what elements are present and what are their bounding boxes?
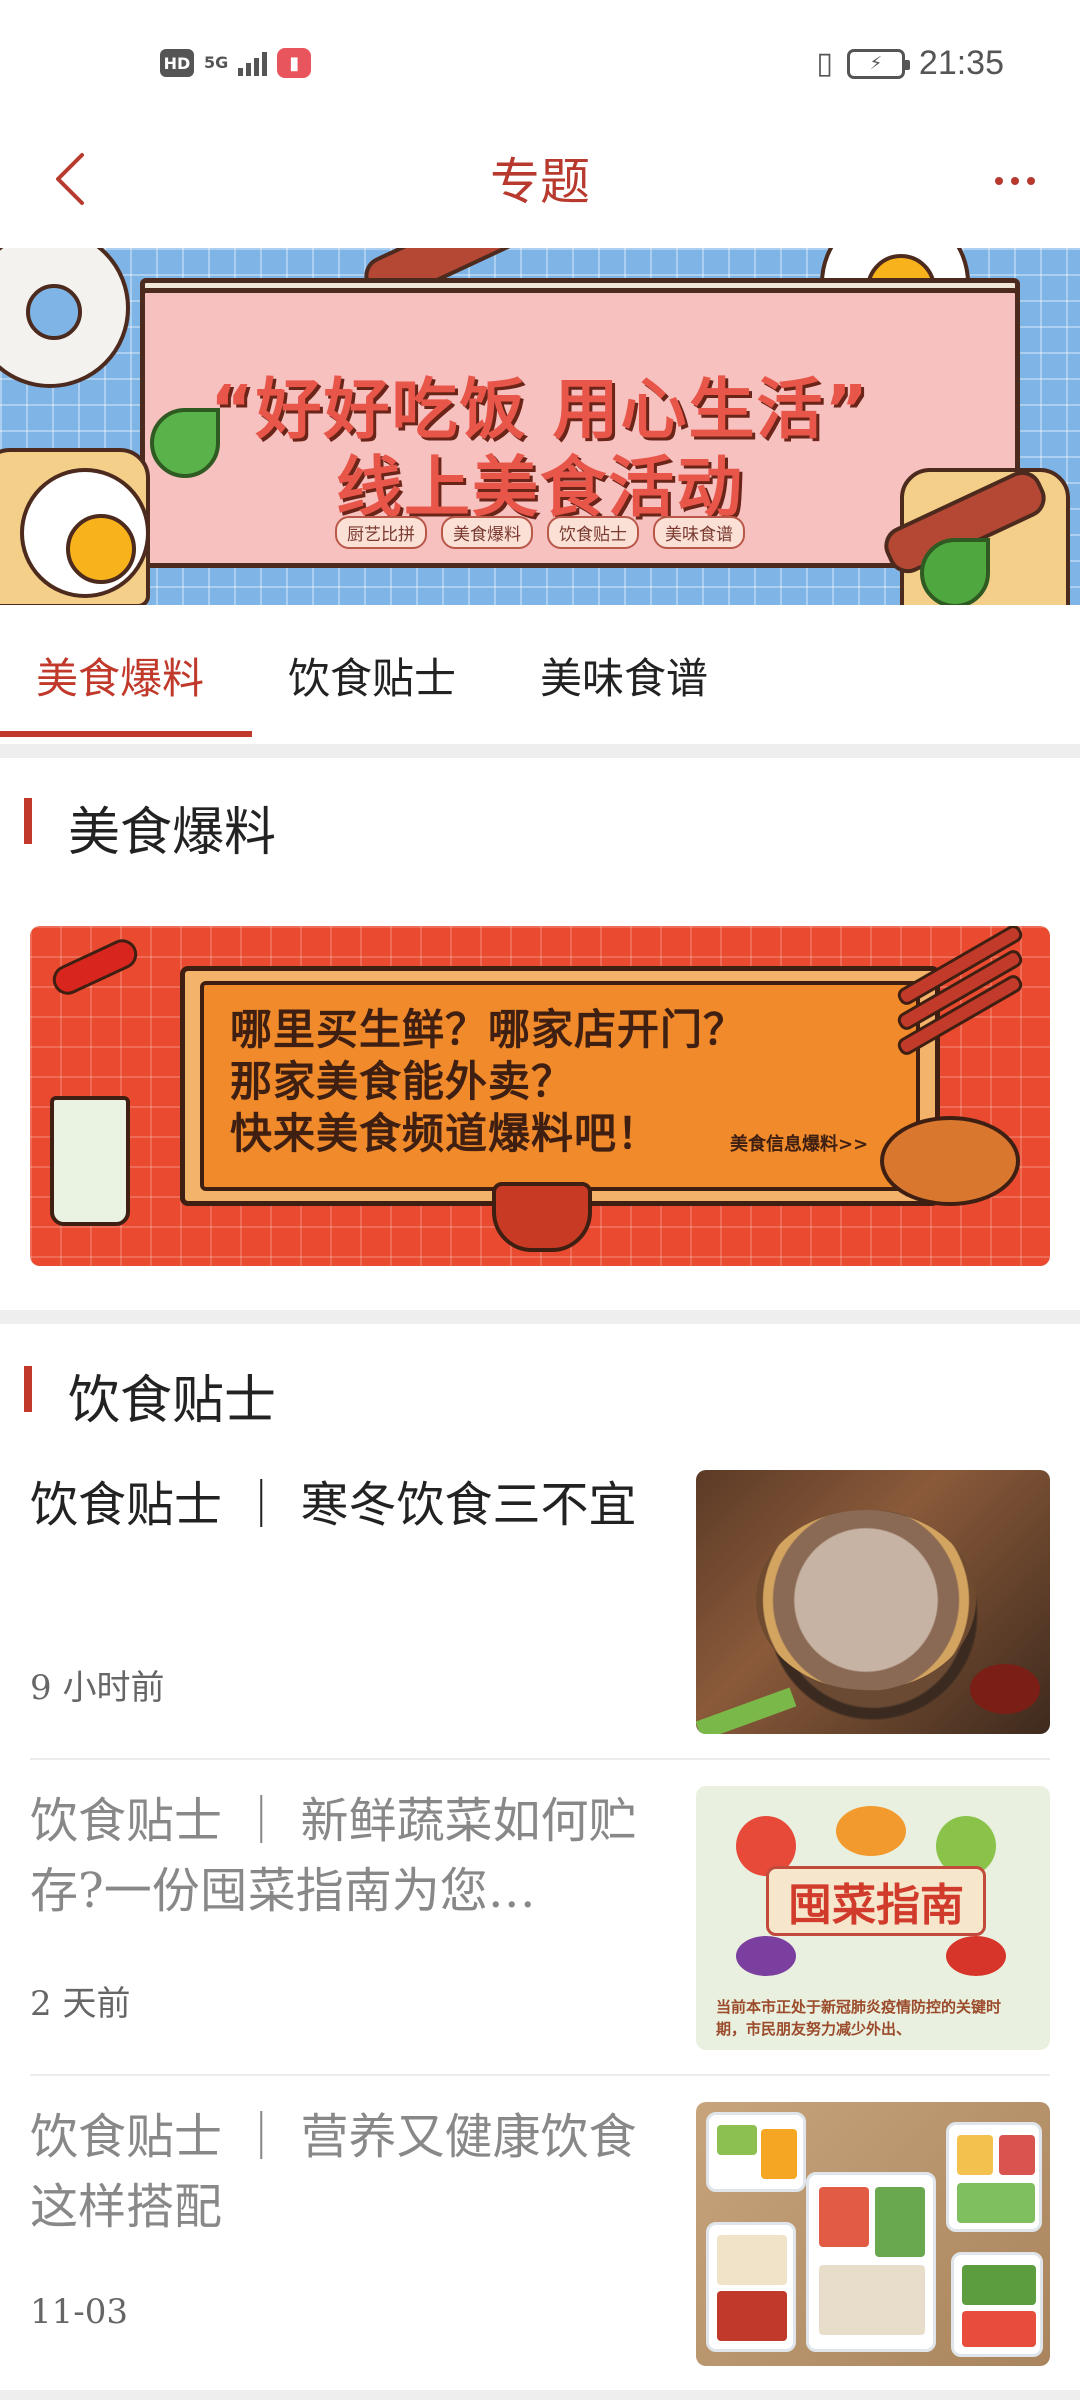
banner-tags: 厨艺比拼 美食爆料 饮食贴士 美味食谱 <box>0 516 1080 549</box>
article-thumbnail <box>696 2102 1050 2366</box>
hd-icon: HD <box>160 49 194 77</box>
promo-link: 美食信息爆料>> <box>730 1134 869 1155</box>
bottom-divider <box>0 2390 1080 2400</box>
meal-box-image <box>946 2122 1042 2232</box>
more-dot-icon <box>995 177 1003 185</box>
tab-diet-tips[interactable]: 饮食贴士 <box>288 645 456 706</box>
article-title: 饮食贴士 ｜ 寒冬饮食三不宜 <box>30 1477 637 1533</box>
more-options-button[interactable] <box>980 156 1050 206</box>
section-divider <box>0 1310 1080 1324</box>
book-app-icon: ▮ <box>277 48 312 78</box>
food-news-promo-banner[interactable]: 哪里买生鲜？哪家店开门？ 那家美食能外卖？ 快来美食频道爆料吧！ 美食信息爆料>… <box>30 926 1050 1266</box>
meal-box-image <box>951 2252 1043 2357</box>
section-marker <box>24 798 32 844</box>
pumpkin-image <box>836 1806 906 1856</box>
more-dot-icon <box>1011 177 1019 185</box>
article-time: 2 天前 <box>30 1984 131 2024</box>
list-separator <box>30 2074 1050 2076</box>
list-item[interactable]: 饮食贴士 ｜ 营养又健康饮食这样搭配 11-03 <box>0 2102 1080 2400</box>
battery-charging-icon: ⚡ <box>846 48 910 79</box>
banner-tag: 美食爆料 <box>441 516 533 549</box>
promo-line3: 快来美食频道爆料吧！ <box>230 1109 661 1158</box>
status-bar: HD 5G ▮ ▯ ⚡ 21:35 <box>0 0 1080 120</box>
chili-illustration <box>47 934 143 1000</box>
thumbnail-caption: 当前本市正处于新冠肺炎疫情防控的关键时期，市民朋友努力减少外出、 <box>716 1998 1002 2038</box>
top-nav-bar: 专题 <box>0 120 1080 240</box>
roast-chicken-illustration <box>880 1116 1020 1206</box>
banner-tag: 美味食谱 <box>653 516 745 549</box>
tab-recipes[interactable]: 美味食谱 <box>540 645 708 706</box>
page-title: 专题 <box>490 153 590 211</box>
article-thumbnail <box>696 1470 1050 1734</box>
section-marker <box>24 1366 32 1412</box>
thumbnail-title: 囤菜指南 <box>766 1866 986 1936</box>
vibrate-icon: ▯ <box>816 46 833 81</box>
category-tabs: 美食爆料 饮食贴士 美味食谱 <box>0 605 1080 740</box>
list-separator <box>30 1758 1050 1760</box>
article-title: 饮食贴士 ｜ 营养又健康饮食这样搭配 <box>30 2109 637 2235</box>
drink-cup-illustration <box>50 1096 130 1226</box>
section-header-diet-tips: 饮食贴士 <box>0 1338 1080 1438</box>
meal-box-image <box>806 2172 936 2352</box>
meal-box-image <box>706 2222 796 2352</box>
network-type-label: 5G <box>204 53 229 72</box>
more-dot-icon <box>1027 177 1035 185</box>
tab-food-news[interactable]: 美食爆料 <box>36 645 204 706</box>
red-dates-image <box>970 1664 1040 1714</box>
status-time: 21:35 <box>918 44 1004 82</box>
list-item[interactable]: 饮食贴士 ｜ 新鲜蔬菜如何贮存?一份囤菜指南为您… 2 天前 囤菜指南 当前本市… <box>0 1786 1080 2102</box>
meal-box-image <box>706 2112 806 2192</box>
skewers-illustration <box>890 926 1030 1058</box>
scallion-image <box>696 1687 797 1734</box>
article-title: 饮食贴士 ｜ 新鲜蔬菜如何贮存?一份囤菜指南为您… <box>30 1793 637 1919</box>
signal-strength-icon <box>238 50 268 76</box>
article-thumbnail: 囤菜指南 当前本市正处于新冠肺炎疫情防控的关键时期，市民朋友努力减少外出、 <box>696 1786 1050 2050</box>
bowl-illustration <box>492 1182 592 1252</box>
eggplant-image <box>736 1936 796 1976</box>
section-title: 美食爆料 <box>68 803 277 863</box>
article-time: 11-03 <box>30 2292 129 2332</box>
banner-tag: 饮食贴士 <box>547 516 639 549</box>
section-title: 饮食贴士 <box>68 1371 277 1431</box>
section-header-food-news: 美食爆料 <box>0 770 1080 870</box>
status-right-icons: ▯ ⚡ 21:35 <box>816 44 1004 83</box>
status-left-icons: HD 5G ▮ <box>160 48 312 78</box>
list-item[interactable]: 饮食贴士 ｜ 寒冬饮食三不宜 9 小时前 <box>0 1470 1080 1786</box>
banner-tag: 厨艺比拼 <box>335 516 427 549</box>
section-divider <box>0 744 1080 758</box>
topic-banner[interactable]: “好好吃饭 用心生活” 线上美食活动 厨艺比拼 美食爆料 饮食贴士 美味食谱 <box>0 248 1080 605</box>
soup-pot-image <box>756 1510 976 1690</box>
article-time: 9 小时前 <box>30 1668 165 1708</box>
pepper-image <box>946 1936 1006 1976</box>
active-tab-indicator <box>0 731 252 737</box>
